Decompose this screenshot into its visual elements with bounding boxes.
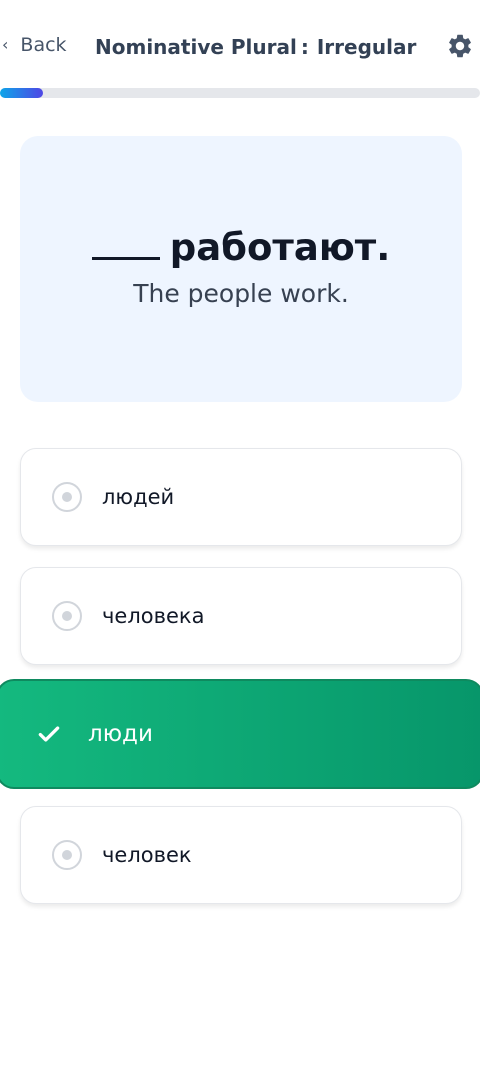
radio-icon [52,840,82,870]
option-label: человек [102,843,192,867]
prompt-translation: The people work. [133,279,349,308]
title-topic: Nominative Plural [95,35,297,59]
prompt-card: работают. The people work. [20,136,462,402]
radio-icon [52,601,82,631]
option-label: человека [102,604,205,628]
option-label: людей [102,485,175,509]
sentence-text: работают. [169,226,391,269]
progress-bar [0,88,480,98]
checkmark-icon [38,726,60,742]
title-separator: : [300,35,309,59]
progress-fill [0,88,44,98]
answer-option-4[interactable]: человек [20,806,462,904]
answer-option-1[interactable]: людей [20,448,462,546]
answer-option-3-correct[interactable]: люди [0,679,480,789]
back-button[interactable]: ‹ Back [0,30,67,60]
back-label: Back [20,34,67,56]
title-subtopic: Irregular [316,35,417,59]
radio-icon [52,482,82,512]
chevron-left-icon: ‹ [2,35,9,54]
option-label: люди [88,721,153,747]
answer-option-2[interactable]: человека [20,567,462,665]
answer-blank [91,232,160,260]
gear-icon[interactable] [446,32,474,60]
top-bar: ‹ Back Nominative Plural : Irregular [0,0,480,88]
page-title: Nominative Plural : Irregular [95,30,416,64]
prompt-sentence: работают. [20,226,462,269]
